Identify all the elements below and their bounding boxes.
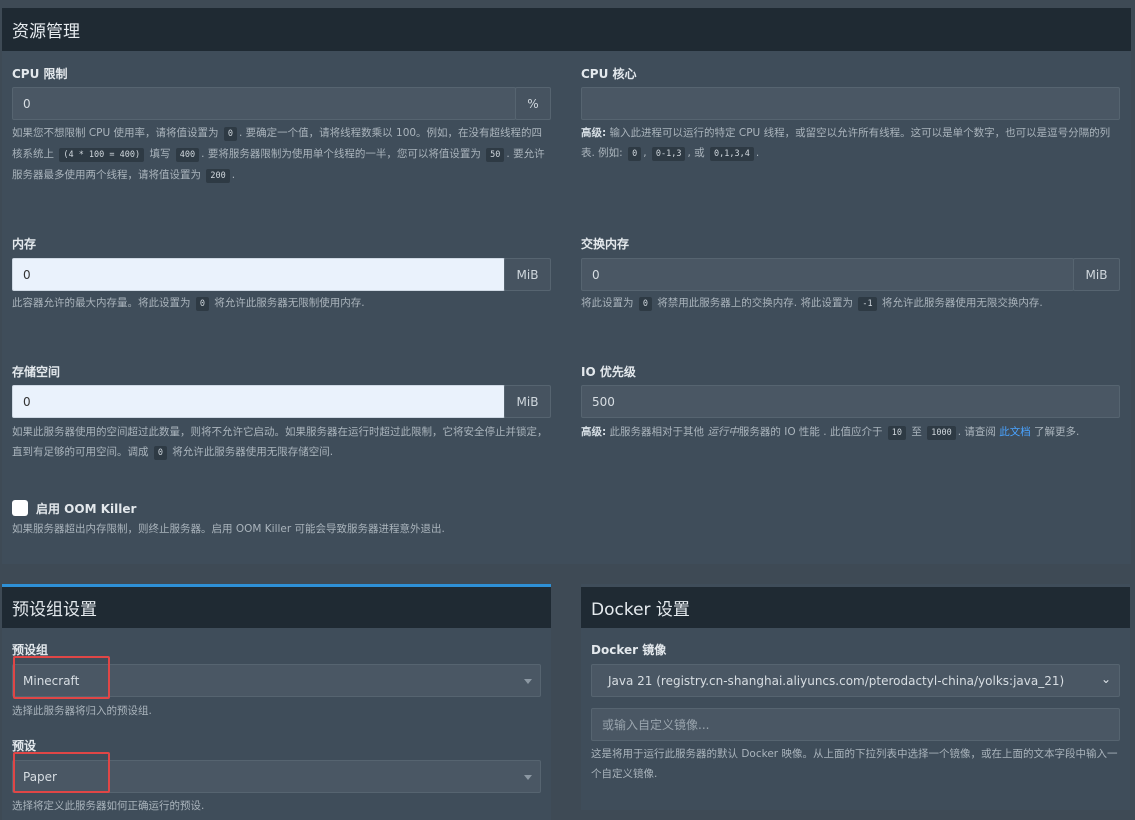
io-priority-label: IO 优先级 bbox=[581, 365, 636, 379]
chevron-down-icon bbox=[524, 775, 532, 780]
oom-killer-checkbox[interactable] bbox=[12, 500, 28, 516]
oom-killer-help: 如果服务器超出内存限制，则终止服务器。启用 OOM Killer 可能会导致服务… bbox=[12, 523, 445, 535]
chevron-down-icon: ⌄ bbox=[1101, 672, 1112, 686]
custom-image-placeholder: 或输入自定义镜像... bbox=[602, 718, 710, 732]
swap-label: 交换内存 bbox=[581, 237, 630, 251]
inline-code: 1000 bbox=[927, 426, 956, 440]
docker-panel-title: Docker 设置 bbox=[591, 600, 690, 620]
preset-panel: 预设组设置 预设组 Minecraft 选择此服务器将归入的预设组. 预设 Pa… bbox=[2, 584, 551, 820]
docker-image-value: Java 21 (registry.cn-shanghai.aliyuncs.c… bbox=[608, 673, 1065, 688]
inline-code: 200 bbox=[206, 169, 230, 183]
swap-help: 将此设置为 0 将禁用此服务器上的交换内存. 将此设置为 -1 将允许此服务器使… bbox=[581, 297, 1043, 311]
cpu-limit-help: 如果您不想限制 CPU 使用率，请将值设置为 0. 要确定一个值，请将线程数乘以… bbox=[12, 127, 545, 183]
help-italic: 运行中 bbox=[707, 426, 739, 438]
io-priority-help: 高级: 此服务器相对于其他 运行中服务器的 IO 性能 . 此值应介于 10 至… bbox=[581, 426, 1080, 440]
cpu-limit-unit: % bbox=[515, 87, 551, 120]
inline-code: 400 bbox=[175, 148, 200, 162]
preset-highlight bbox=[13, 752, 110, 793]
inline-code: 10 bbox=[887, 426, 907, 440]
memory-help: 此容器允许的最大内存量。将此设置为 0 将允许此服务器无限制使用内存. bbox=[12, 297, 365, 311]
chevron-down-icon bbox=[524, 679, 532, 684]
preset-group-highlight bbox=[13, 656, 110, 699]
cpu-cores-input[interactable] bbox=[581, 87, 1120, 120]
cpu-cores-label: CPU 核心 bbox=[581, 67, 637, 81]
cpu-limit-label: CPU 限制 bbox=[12, 67, 68, 81]
resource-panel: 资源管理 CPU 限制 0 % 如果您不想限制 CPU 使用率，请将值设置为 0… bbox=[2, 8, 1131, 564]
resource-panel-header: 资源管理 bbox=[2, 8, 1131, 51]
disk-unit: MiB bbox=[504, 385, 551, 418]
inline-code: 0 bbox=[628, 147, 642, 161]
inline-code: 0 bbox=[195, 297, 209, 311]
inline-code: 50 bbox=[486, 148, 505, 162]
docker-panel: Docker 设置 Docker 镜像 Java 21 (registry.cn… bbox=[581, 584, 1130, 810]
docker-panel-header: Docker 设置 bbox=[581, 587, 1130, 628]
swap-input[interactable]: 0 bbox=[581, 258, 1074, 291]
disk-label: 存储空间 bbox=[12, 365, 61, 379]
help-emphasis: 高级: bbox=[581, 127, 607, 139]
swap-unit: MiB bbox=[1073, 258, 1120, 291]
docs-link[interactable]: 此文档 bbox=[999, 426, 1031, 438]
memory-label: 内存 bbox=[12, 237, 37, 251]
docker-image-label: Docker 镜像 bbox=[591, 643, 667, 657]
preset-panel-header: 预设组设置 bbox=[2, 587, 551, 628]
io-priority-input[interactable]: 500 bbox=[581, 385, 1120, 418]
inline-code: 0,1,3,4 bbox=[709, 147, 754, 161]
disk-help: 如果此服务器使用的空间超过此数量，则将不允许它启动。如果服务器在运行时超过此限制… bbox=[12, 426, 548, 460]
memory-input[interactable]: 0 bbox=[12, 258, 505, 291]
inline-code: 0 bbox=[638, 297, 652, 311]
help-emphasis: 高级: bbox=[581, 426, 607, 438]
docker-image-select[interactable]: Java 21 (registry.cn-shanghai.aliyuncs.c… bbox=[591, 664, 1120, 697]
inline-code: 0-1,3 bbox=[651, 147, 686, 161]
cpu-limit-input[interactable]: 0 bbox=[12, 87, 516, 120]
cpu-cores-help: 高级: 输入此进程可以运行的特定 CPU 线程，或留空以允许所有线程。这可以是单… bbox=[581, 127, 1111, 161]
docker-image-help: 这是将用于运行此服务器的默认 Docker 映像。从上面的下拉列表中选择一个镜像… bbox=[591, 748, 1118, 780]
inline-code: (4 * 100 = 400) bbox=[59, 148, 145, 162]
inline-code: 0 bbox=[153, 446, 167, 460]
custom-image-input[interactable]: 或输入自定义镜像... bbox=[591, 708, 1120, 741]
preset-help: 选择将定义此服务器如何正确运行的预设. bbox=[12, 800, 205, 812]
inline-code: -1 bbox=[858, 297, 877, 311]
resource-panel-title: 资源管理 bbox=[12, 22, 80, 42]
disk-input[interactable]: 0 bbox=[12, 385, 505, 418]
oom-killer-label: 启用 OOM Killer bbox=[36, 502, 137, 516]
memory-unit: MiB bbox=[504, 258, 551, 291]
preset-group-help: 选择此服务器将归入的预设组. bbox=[12, 705, 152, 717]
inline-code: 0 bbox=[223, 127, 237, 141]
preset-panel-title: 预设组设置 bbox=[12, 600, 97, 620]
